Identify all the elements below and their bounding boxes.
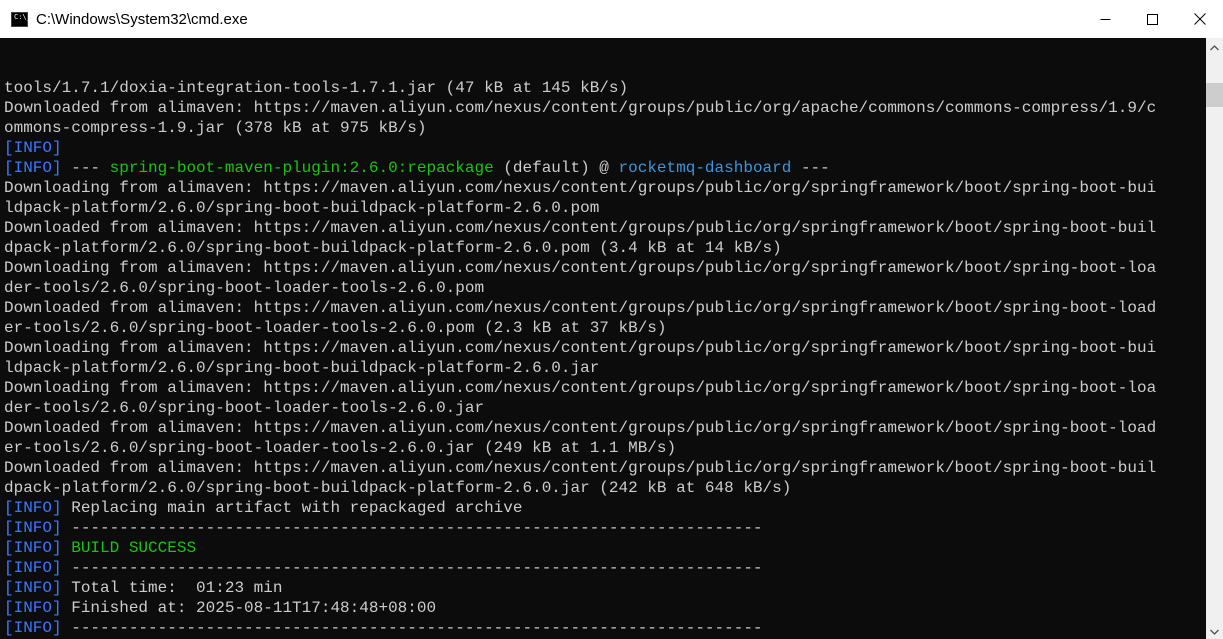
console-line: der-tools/2.6.0/spring-boot-loader-tools… (4, 279, 485, 297)
console-line: tools/1.7.1/doxia-integration-tools-1.7.… (4, 79, 629, 97)
console-line: [INFO] Replacing main artifact with repa… (4, 499, 523, 517)
console-line: er-tools/2.6.0/spring-boot-loader-tools-… (4, 439, 677, 457)
chevron-down-icon (1210, 622, 1219, 639)
maximize-button[interactable] (1129, 0, 1176, 38)
console-line: Downloaded from alimaven: https://maven.… (4, 419, 1157, 437)
title-bar[interactable]: C:\_ C:\Windows\System32\cmd.exe (0, 0, 1223, 38)
window-title: C:\Windows\System32\cmd.exe (36, 10, 248, 28)
console-line: Downloaded from alimaven: https://maven.… (4, 459, 1157, 477)
scrollbar-thumb[interactable] (1206, 83, 1223, 107)
console-line: [INFO] (4, 139, 62, 157)
minimize-button[interactable] (1082, 0, 1129, 38)
console-line: Downloading from alimaven: https://maven… (4, 339, 1157, 357)
console-line: Downloading from alimaven: https://maven… (4, 179, 1157, 197)
console-output: tools/1.7.1/doxia-integration-tools-1.7.… (4, 78, 1206, 639)
console-line: [INFO] ---------------------------------… (4, 519, 763, 537)
console-line: [INFO] --- spring-boot-maven-plugin:2.6.… (4, 159, 830, 177)
console-viewport[interactable]: tools/1.7.1/doxia-integration-tools-1.7.… (0, 38, 1206, 639)
window-controls (1082, 0, 1223, 38)
scrollbar-track[interactable] (1206, 38, 1223, 639)
console-line: dpack-platform/2.6.0/spring-boot-buildpa… (4, 239, 782, 257)
minimize-icon (1100, 14, 1111, 25)
console-line: Downloaded from alimaven: https://maven.… (4, 219, 1157, 237)
console-line: [INFO] ---------------------------------… (4, 619, 763, 637)
console-line: [INFO] Total time: 01:23 min (4, 579, 283, 597)
console-line: Downloading from alimaven: https://maven… (4, 259, 1157, 277)
console-line: Downloading from alimaven: https://maven… (4, 379, 1157, 397)
console-line: er-tools/2.6.0/spring-boot-loader-tools-… (4, 319, 667, 337)
cmd-icon: C:\_ (11, 11, 31, 27)
console-line: ldpack-platform/2.6.0/spring-boot-buildp… (4, 359, 600, 377)
scroll-down-button[interactable] (1206, 622, 1223, 639)
console-line: Downloaded from alimaven: https://maven.… (4, 99, 1157, 117)
chevron-up-icon (1210, 38, 1219, 56)
scroll-up-button[interactable] (1206, 38, 1223, 55)
console-line: ommons-compress-1.9.jar (378 kB at 975 k… (4, 119, 427, 137)
cmd-window: C:\_ C:\Windows\System32\cmd.exe tools/1… (0, 0, 1223, 639)
console-line: Downloaded from alimaven: https://maven.… (4, 299, 1157, 317)
console-line: [INFO] ---------------------------------… (4, 559, 763, 577)
console-line: der-tools/2.6.0/spring-boot-loader-tools… (4, 399, 485, 417)
console-line: dpack-platform/2.6.0/spring-boot-buildpa… (4, 479, 792, 497)
maximize-icon (1147, 13, 1158, 25)
close-button[interactable] (1176, 0, 1223, 38)
console-line: [INFO] BUILD SUCCESS (4, 539, 197, 557)
console-line: [INFO] Finished at: 2025-08-11T17:48:48+… (4, 599, 437, 617)
close-icon (1193, 13, 1206, 25)
console-line: ldpack-platform/2.6.0/spring-boot-buildp… (4, 199, 600, 217)
